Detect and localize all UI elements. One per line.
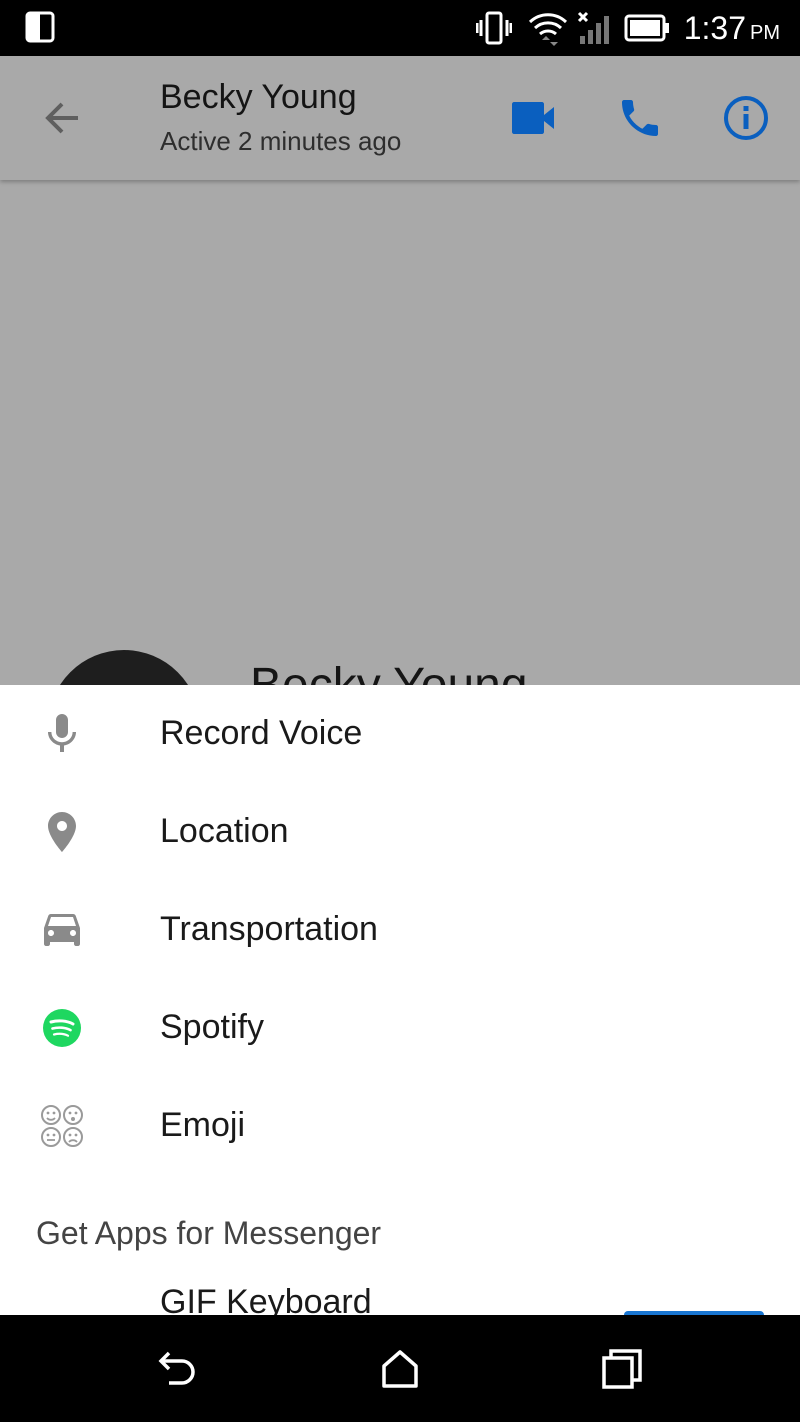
wifi-icon xyxy=(528,13,568,46)
profile-name: Becky Young xyxy=(250,658,528,685)
app-item-gif-keyboard[interactable]: GIF Keyboard xyxy=(160,1283,372,1315)
menu-item-label: Spotify xyxy=(160,1008,264,1046)
time-ampm: PM xyxy=(750,22,780,44)
menu-item-label: Transportation xyxy=(160,910,378,948)
status-time: 1:37 PM xyxy=(684,8,780,53)
battery-icon xyxy=(624,14,669,42)
menu-item-record-voice[interactable]: Record Voice xyxy=(0,685,800,783)
menu-item-location[interactable]: Location xyxy=(0,783,800,881)
status-bar: 1:37 PM xyxy=(0,0,800,56)
contact-name[interactable]: Becky Young xyxy=(160,78,357,117)
navigation-bar xyxy=(0,1315,800,1422)
chat-area: Becky Young xyxy=(0,180,800,685)
menu-item-label: Emoji xyxy=(160,1106,246,1144)
home-icon[interactable] xyxy=(376,1345,424,1393)
spotify-icon xyxy=(43,1009,81,1047)
emoji-icon xyxy=(41,1105,83,1147)
contact-avatar xyxy=(48,650,200,685)
video-call-icon[interactable] xyxy=(510,94,558,142)
menu-item-label: Record Voice xyxy=(160,714,363,752)
recents-icon[interactable] xyxy=(598,1345,646,1393)
phone-icon[interactable] xyxy=(616,94,664,142)
microphone-icon xyxy=(48,714,76,752)
time-text: 1:37 xyxy=(683,10,746,46)
screen-mirror-icon xyxy=(25,11,55,43)
location-pin-icon xyxy=(48,812,76,852)
back-icon[interactable] xyxy=(155,1345,203,1393)
menu-item-spotify[interactable]: Spotify xyxy=(0,979,800,1077)
back-arrow-icon[interactable] xyxy=(38,94,86,142)
car-icon xyxy=(44,914,80,946)
cell-signal-icon xyxy=(577,11,609,44)
info-icon[interactable] xyxy=(722,94,770,142)
menu-item-emoji[interactable]: Emoji xyxy=(0,1077,800,1175)
conversation-header: Becky Young Active 2 minutes ago xyxy=(0,56,800,180)
active-status: Active 2 minutes ago xyxy=(160,126,402,156)
vibrate-icon xyxy=(476,11,512,45)
menu-item-label: Location xyxy=(160,812,289,850)
section-title-get-apps: Get Apps for Messenger xyxy=(36,1215,382,1251)
more-options-sheet: Record Voice Location Transportation Spo… xyxy=(0,685,800,1315)
menu-item-transportation[interactable]: Transportation xyxy=(0,881,800,979)
